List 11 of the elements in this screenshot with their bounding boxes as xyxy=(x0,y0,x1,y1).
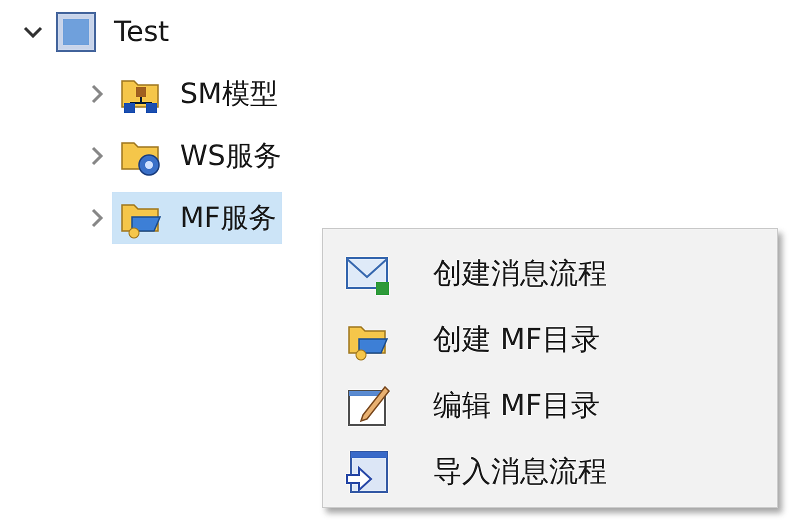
tree-item[interactable]: Test xyxy=(48,6,176,58)
menu-item[interactable]: 创建消息流程 xyxy=(323,241,777,307)
menu-item[interactable]: 导入消息流程 xyxy=(323,439,777,505)
window-icon xyxy=(54,10,98,54)
tree-item[interactable]: WS服务 xyxy=(112,130,288,182)
import-icon xyxy=(345,449,391,495)
tree-item[interactable]: SM模型 xyxy=(112,68,284,120)
tree-item[interactable]: MF服务 xyxy=(112,192,282,244)
menu-item[interactable]: 创建 MF目录 xyxy=(323,307,777,373)
edit-icon xyxy=(345,383,391,429)
menu-item[interactable]: 编辑 MF目录 xyxy=(323,373,777,439)
